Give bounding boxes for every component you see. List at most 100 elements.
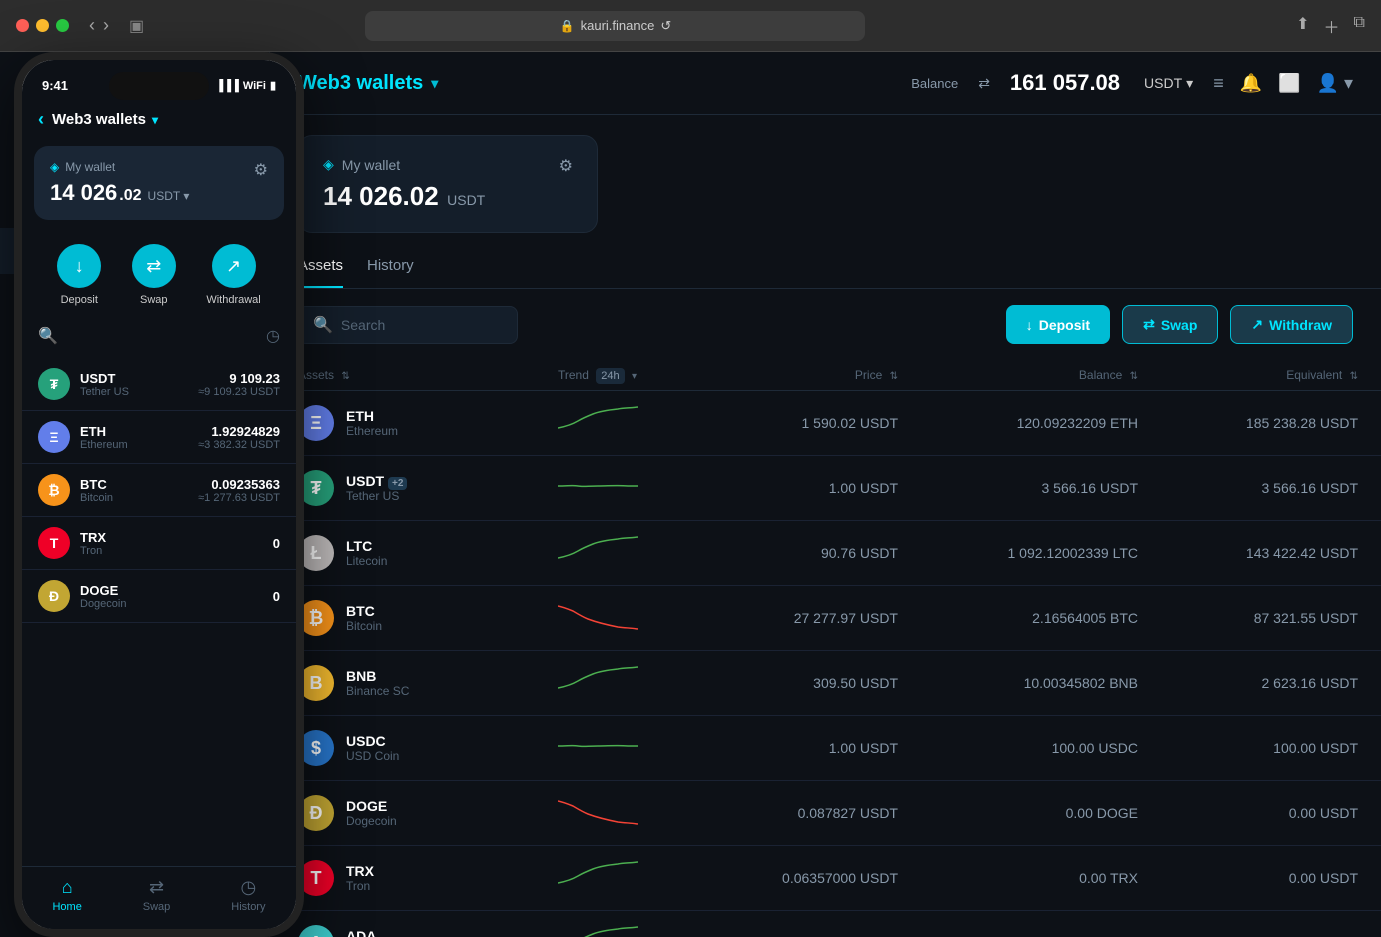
phone-back-button[interactable]: ‹ bbox=[38, 109, 44, 130]
currency-chevron-icon[interactable]: ▾ bbox=[1186, 75, 1193, 92]
close-button[interactable] bbox=[16, 19, 29, 32]
deposit-button[interactable]: ↓ Deposit bbox=[1006, 305, 1110, 344]
table-row: $USDCUSD Coin1.00 USDT100.00 USDC100.00 … bbox=[270, 716, 1381, 781]
phone-asset-usdt: ≈9 109.23 USDT bbox=[198, 386, 280, 398]
phone-asset-row[interactable]: ΞETHEthereum1.92924829≈3 382.32 USDT bbox=[22, 411, 296, 464]
trend-sort-icon[interactable]: ▾ bbox=[632, 371, 637, 382]
price-cell: 27 277.97 USDT bbox=[678, 610, 898, 626]
col-actions bbox=[1358, 368, 1381, 382]
notification-icon[interactable]: 🔔 bbox=[1240, 73, 1262, 94]
tabs: Assets History bbox=[270, 233, 1381, 289]
phone-asset-amount: 0 bbox=[273, 589, 280, 604]
phone-asset-info: BTCBitcoin bbox=[80, 477, 113, 504]
phone-asset-row[interactable]: ₮USDTTether US9 109.23≈9 109.23 USDT bbox=[22, 358, 296, 411]
col-trend: Trend 24h ▾ bbox=[558, 368, 678, 382]
trend-cell bbox=[558, 861, 678, 896]
phone-asset-usdt: ≈1 277.63 USDT bbox=[198, 492, 280, 504]
row-action-icons: ↓ ⇄ ↗ bbox=[1358, 610, 1381, 627]
phone-wallet-name: ◈ My wallet bbox=[50, 160, 189, 174]
assets-sort-icon[interactable]: ⇅ bbox=[341, 371, 349, 382]
phone-title-chevron-icon[interactable]: ▾ bbox=[152, 113, 158, 127]
asset-symbol: USDC bbox=[346, 733, 399, 749]
browser-navigation: ‹ › bbox=[89, 15, 109, 36]
asset-fullname: Bitcoin bbox=[346, 619, 382, 633]
phone-asset-left: ₿BTCBitcoin bbox=[38, 474, 113, 506]
trend-cell bbox=[558, 666, 678, 701]
swap-button[interactable]: ⇄ Swap bbox=[1122, 305, 1218, 344]
search-input[interactable] bbox=[341, 317, 503, 333]
trx-phone-icon: T bbox=[38, 527, 70, 559]
wallet-icon: ◈ bbox=[323, 156, 334, 173]
phone-asset-left: ₮USDTTether US bbox=[38, 368, 129, 400]
phone-asset-right: 0 bbox=[273, 589, 280, 604]
phone-swap-button[interactable]: ⇄ Swap bbox=[132, 244, 176, 306]
price-sort-icon[interactable]: ⇅ bbox=[890, 371, 898, 382]
price-cell: 0.06357000 USDT bbox=[678, 870, 898, 886]
wallet-connect-icon[interactable]: ⬜ bbox=[1278, 73, 1300, 94]
trend-cell bbox=[558, 536, 678, 571]
minimize-button[interactable] bbox=[36, 19, 49, 32]
back-button[interactable]: ‹ bbox=[89, 15, 95, 36]
table-view-icon[interactable]: ≡ bbox=[1213, 73, 1224, 94]
balance-sort-icon[interactable]: ⇅ bbox=[1130, 371, 1138, 382]
phone-withdrawal-button[interactable]: ↗ Withdrawal bbox=[206, 244, 260, 306]
phone-asset-fullname: Tether US bbox=[80, 386, 129, 398]
row-action-icons: ↓ ⇄ ↗ bbox=[1358, 480, 1381, 497]
phone-asset-symbol: USDT bbox=[80, 371, 129, 386]
equivalent-cell: 3 566.16 USDT bbox=[1138, 480, 1358, 496]
phone-title: Web3 wallets ▾ bbox=[52, 111, 158, 128]
page-title-chevron[interactable]: ▾ bbox=[431, 75, 438, 92]
maximize-button[interactable] bbox=[56, 19, 69, 32]
tab-assets[interactable]: Assets bbox=[298, 249, 343, 288]
phone-asset-row[interactable]: ÐDOGEDogecoin0 bbox=[22, 570, 296, 623]
phone-wallet-gear-icon[interactable]: ⚙ bbox=[254, 160, 268, 180]
new-tab-icon[interactable]: ＋ bbox=[1324, 14, 1340, 38]
url-text: kauri.finance bbox=[581, 18, 655, 33]
withdraw-button[interactable]: ↗ Withdraw bbox=[1230, 305, 1353, 344]
balance-cell: 2.16564005 BTC bbox=[898, 610, 1138, 626]
trend-cell bbox=[558, 796, 678, 831]
phone-history-icon[interactable]: ◷ bbox=[266, 326, 280, 346]
phone-asset-row[interactable]: ₿BTCBitcoin0.09235363≈1 277.63 USDT bbox=[22, 464, 296, 517]
phone-asset-info: DOGEDogecoin bbox=[80, 583, 126, 610]
phone-notch bbox=[109, 72, 209, 100]
phone-asset-row[interactable]: TTRXTron0 bbox=[22, 517, 296, 570]
sidebar-toggle-icon[interactable]: ▣ bbox=[129, 16, 144, 36]
phone-asset-info: ETHEthereum bbox=[80, 424, 128, 451]
swap-nav-icon: ⇄ bbox=[149, 877, 164, 898]
col-assets: Assets ⇅ bbox=[298, 368, 558, 382]
wallet-settings-icon[interactable]: ⚙ bbox=[559, 156, 573, 176]
row-action-icons: ↓ ⇄ ↗ bbox=[1358, 870, 1381, 887]
user-icon[interactable]: 👤 ▾ bbox=[1317, 73, 1353, 94]
asset-fullname: Tether US bbox=[346, 489, 407, 503]
phone-nav-item-home[interactable]: ⌂Home bbox=[52, 877, 81, 913]
asset-symbol: BNB bbox=[346, 668, 409, 684]
trend-period-badge[interactable]: 24h bbox=[596, 368, 624, 384]
phone-asset-symbol: BTC bbox=[80, 477, 113, 492]
tab-history[interactable]: History bbox=[367, 249, 414, 288]
phone-nav-item-history[interactable]: ◷History bbox=[231, 877, 265, 913]
table-row: TTRXTron0.06357000 USDT0.00 TRX0.00 USDT… bbox=[270, 846, 1381, 911]
equivalent-sort-icon[interactable]: ⇅ bbox=[1350, 371, 1358, 382]
forward-button[interactable]: › bbox=[103, 15, 109, 36]
asset-cell-btc: ₿BTCBitcoin bbox=[298, 600, 558, 636]
phone-asset-amount: 0 bbox=[273, 536, 280, 551]
balance-cell: 3 566.16 USDT bbox=[898, 480, 1138, 496]
phone-search-icon[interactable]: 🔍 bbox=[38, 326, 58, 346]
swap-arrows-icon: ⇄ bbox=[1143, 316, 1155, 333]
tabs-icon[interactable]: ⧉ bbox=[1354, 14, 1365, 38]
balance-cell: 100.00 USDC bbox=[898, 740, 1138, 756]
phone-deposit-button[interactable]: ↓ Deposit bbox=[57, 244, 101, 306]
reload-icon[interactable]: ↺ bbox=[660, 18, 671, 34]
top-header: Web3 wallets ▾ Balance ⇄ 161 057.08 USDT… bbox=[270, 52, 1381, 115]
asset-cell-trx: TTRXTron bbox=[298, 860, 558, 896]
asset-symbol: DOGE bbox=[346, 798, 397, 814]
asset-cell-ltc: ŁLTCLitecoin bbox=[298, 535, 558, 571]
balance-label: Balance bbox=[911, 76, 958, 91]
phone-asset-fullname: Tron bbox=[80, 545, 106, 557]
asset-fullname: USD Coin bbox=[346, 749, 399, 763]
address-bar[interactable]: 🔒 kauri.finance ↺ bbox=[365, 11, 865, 41]
signal-icon: ▐▐▐ bbox=[215, 80, 238, 92]
phone-nav-item-swap[interactable]: ⇄Swap bbox=[143, 877, 171, 913]
share-icon[interactable]: ⬆ bbox=[1296, 14, 1309, 38]
